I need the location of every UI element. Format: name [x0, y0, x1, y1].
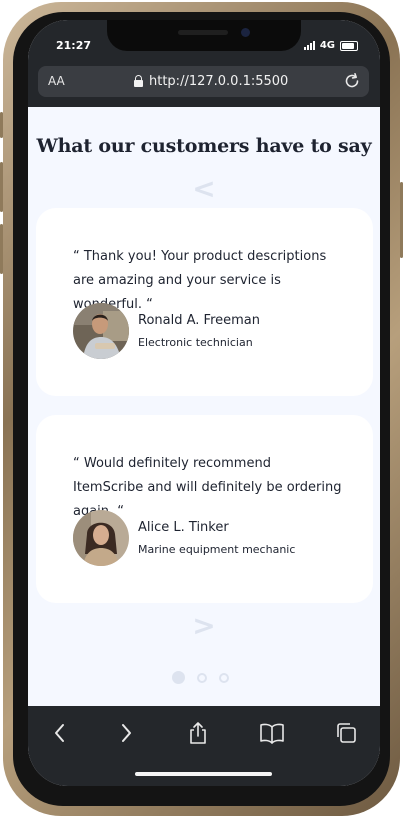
customer-role: Electronic technician — [138, 336, 253, 349]
url-text: http://127.0.0.1:5500 — [149, 74, 289, 89]
signal-icon — [303, 41, 315, 50]
testimonial-card: “ Would definitely recommend ItemScribe … — [36, 415, 373, 603]
customer-role: Marine equipment mechanic — [138, 543, 296, 556]
phone-screen: 21:27 4G AA http://127.0.0.1:5500 What o… — [28, 20, 380, 786]
bookmarks-icon[interactable] — [259, 720, 285, 746]
section-title: What our customers have to say — [36, 135, 372, 157]
address-bar[interactable]: AA http://127.0.0.1:5500 — [38, 66, 369, 97]
status-indicators: 4G — [303, 40, 358, 51]
reload-icon[interactable] — [343, 72, 361, 94]
customer-name: Alice L. Tinker — [138, 520, 229, 535]
front-camera — [241, 28, 250, 37]
url-display[interactable]: http://127.0.0.1:5500 — [134, 74, 288, 89]
share-icon[interactable] — [185, 720, 211, 746]
home-indicator[interactable] — [135, 772, 272, 776]
browser-bottom-toolbar — [28, 706, 380, 786]
back-icon[interactable] — [47, 720, 73, 746]
customer-name: Ronald A. Freeman — [138, 313, 260, 328]
speaker-grille — [178, 30, 228, 35]
avatar — [73, 510, 129, 566]
carousel-pagination — [172, 671, 229, 684]
tabs-icon[interactable] — [333, 720, 359, 746]
testimonial-card: “ Thank you! Your product descriptions a… — [36, 208, 373, 396]
volume-down-button — [0, 224, 3, 274]
text-size-button[interactable]: AA — [48, 74, 65, 88]
status-time: 21:27 — [56, 39, 92, 52]
battery-icon — [340, 40, 358, 51]
power-button — [400, 182, 403, 258]
forward-icon[interactable] — [113, 720, 139, 746]
network-label: 4G — [319, 40, 335, 51]
prev-arrow-button[interactable]: < — [28, 172, 380, 205]
pagination-dot-3[interactable] — [219, 672, 229, 683]
pagination-dot-1[interactable] — [172, 671, 185, 684]
notch — [107, 20, 301, 51]
lock-icon — [134, 74, 143, 87]
next-arrow-button[interactable]: > — [28, 609, 380, 642]
pagination-dot-2[interactable] — [197, 672, 207, 683]
volume-up-button — [0, 162, 3, 212]
browser-top-chrome: 21:27 4G AA http://127.0.0.1:5500 — [28, 20, 380, 107]
mute-switch — [0, 112, 3, 138]
avatar — [73, 303, 129, 359]
